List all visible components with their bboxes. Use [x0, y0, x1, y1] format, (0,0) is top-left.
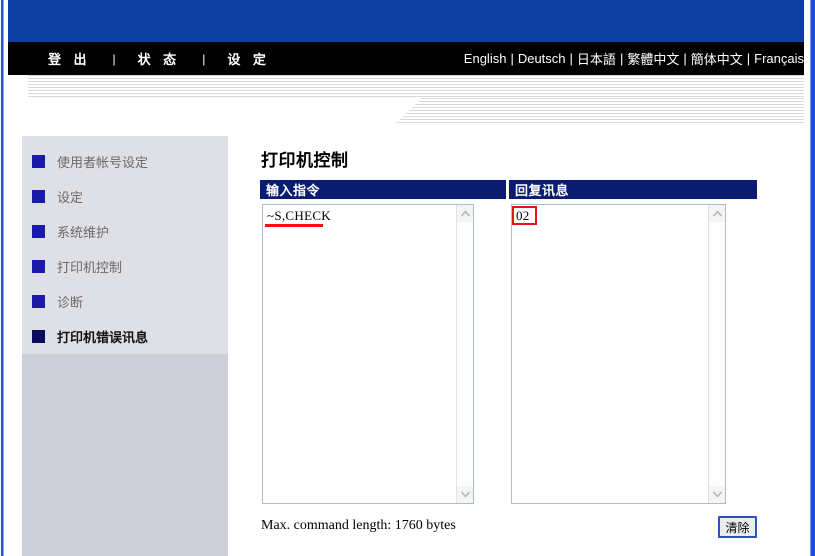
sidebar-item-label: 使用者帐号设定: [57, 152, 148, 171]
sidebar-item-label: 打印机错误讯息: [57, 327, 148, 346]
language-link-traditional-chinese[interactable]: 繁體中文: [627, 49, 679, 68]
annotation-red-underline: [265, 224, 323, 227]
command-input-value: ~S,CHECK: [267, 208, 331, 224]
page-title: 打印机控制: [261, 146, 349, 171]
language-switcher: English | Deutsch | 日本語 | 繁體中文 | 簡体中文 | …: [464, 42, 804, 75]
bullet-square-icon: [32, 190, 45, 203]
nav-separator: |: [196, 52, 211, 66]
sidebar-item-user-account-settings[interactable]: 使用者帐号设定: [32, 151, 148, 171]
command-textarea-scrollbar[interactable]: [456, 205, 473, 503]
nav-item-status[interactable]: 状 态: [122, 49, 197, 68]
command-panel-header: 输入指令: [260, 180, 506, 199]
bullet-square-icon: [32, 155, 45, 168]
language-link-japanese[interactable]: 日本語: [577, 49, 616, 68]
bullet-square-icon: [32, 295, 45, 308]
response-message-panel: 回复讯息 02: [509, 180, 757, 510]
nav-primary-links: 登 出 | 状 态 | 设 定: [32, 42, 286, 75]
sidebar-item-label: 设定: [57, 187, 83, 206]
sidebar-item-settings[interactable]: 设定: [32, 186, 83, 206]
window-left-edge: [0, 0, 8, 556]
nav-separator: |: [107, 52, 122, 66]
decorative-stripe-band: [8, 75, 804, 127]
language-separator: |: [743, 51, 754, 66]
command-input-panel: 输入指令 ~S,CHECK: [260, 180, 506, 510]
top-navbar: 登 出 | 状 态 | 设 定 English | Deutsch | 日本語 …: [8, 42, 804, 75]
response-panel-header: 回复讯息: [509, 180, 757, 199]
bullet-square-icon: [32, 225, 45, 238]
window-right-edge: [807, 0, 815, 556]
language-separator: |: [566, 51, 577, 66]
sidebar-item-diagnostics[interactable]: 诊断: [32, 291, 83, 311]
language-link-english[interactable]: English: [464, 51, 507, 66]
response-message-textarea[interactable]: 02: [511, 204, 726, 504]
sidebar-item-label: 诊断: [57, 292, 83, 311]
language-separator: |: [616, 51, 627, 66]
nav-item-logout[interactable]: 登 出: [32, 49, 107, 68]
language-link-deutsch[interactable]: Deutsch: [518, 51, 566, 66]
nav-item-settings[interactable]: 设 定: [211, 49, 286, 68]
language-link-simplified-chinese[interactable]: 簡体中文: [691, 49, 743, 68]
scroll-down-arrow-icon[interactable]: [709, 486, 726, 503]
sidebar-item-system-maintenance[interactable]: 系统维护: [32, 221, 109, 241]
sidebar: 使用者帐号设定 设定 系统维护 打印机控制 诊断 打印机错误讯息: [22, 136, 228, 556]
response-textarea-scrollbar[interactable]: [708, 205, 725, 503]
scroll-up-arrow-icon[interactable]: [457, 205, 474, 222]
language-separator: |: [506, 51, 517, 66]
header-banner: [8, 0, 804, 42]
browser-page: 登 出 | 状 态 | 设 定 English | Deutsch | 日本語 …: [0, 0, 815, 556]
language-link-francais[interactable]: Français: [754, 51, 804, 66]
language-separator: |: [679, 51, 690, 66]
sidebar-item-printer-control[interactable]: 打印机控制: [32, 256, 122, 276]
sidebar-item-label: 打印机控制: [57, 257, 122, 276]
sidebar-item-printer-error-messages[interactable]: 打印机错误讯息: [32, 326, 148, 346]
bullet-square-icon: [32, 330, 45, 343]
sidebar-menu: 使用者帐号设定 设定 系统维护 打印机控制 诊断 打印机错误讯息: [22, 136, 228, 354]
clear-button[interactable]: 清除: [718, 516, 757, 538]
annotation-red-box: [512, 206, 537, 225]
scroll-up-arrow-icon[interactable]: [709, 205, 726, 222]
scroll-down-arrow-icon[interactable]: [457, 486, 474, 503]
command-input-textarea[interactable]: ~S,CHECK: [262, 204, 474, 504]
bullet-square-icon: [32, 260, 45, 273]
sidebar-item-label: 系统维护: [57, 222, 109, 241]
max-command-length-note: Max. command length: 1760 bytes: [261, 518, 456, 534]
